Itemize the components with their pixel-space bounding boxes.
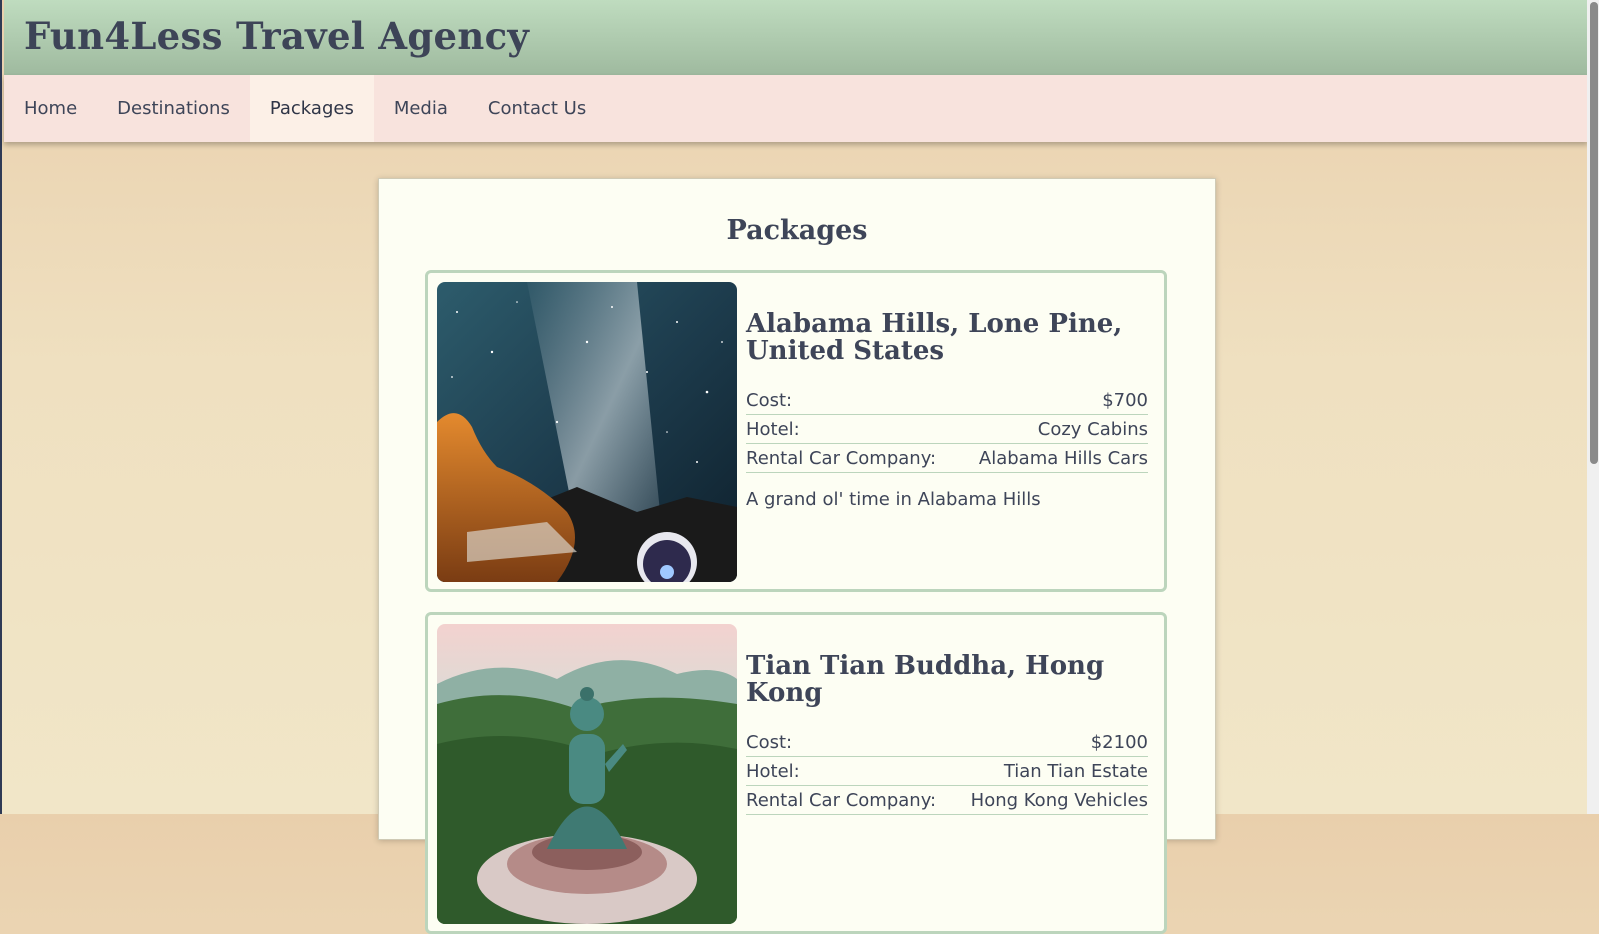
site-title[interactable]: Fun4Less Travel Agency: [24, 14, 529, 58]
nav-contact-us[interactable]: Contact Us: [468, 75, 606, 142]
nav-packages[interactable]: Packages: [249, 75, 374, 142]
hotel-row: Hotel: Tian Tian Estate: [746, 758, 1148, 786]
hotel-row: Hotel: Cozy Cabins: [746, 416, 1148, 444]
rental-car-label: Rental Car Company:: [746, 790, 937, 811]
buddha-statue-photo: [437, 624, 737, 924]
cost-value: $2100: [1090, 732, 1148, 753]
nav-destinations[interactable]: Destinations: [97, 75, 250, 142]
hotel-value: Tian Tian Estate: [1003, 761, 1148, 782]
package-card: Tian Tian Buddha, Hong Kong Cost: $2100 …: [425, 612, 1167, 934]
page-title: Packages: [726, 215, 868, 246]
hotel-label: Hotel:: [746, 419, 800, 440]
rental-car-row: Rental Car Company: Alabama Hills Cars: [746, 445, 1148, 473]
hotel-label: Hotel:: [746, 761, 800, 782]
package-name[interactable]: Tian Tian Buddha, Hong Kong: [746, 653, 1148, 707]
rental-car-value: Alabama Hills Cars: [978, 448, 1148, 469]
package-name[interactable]: Alabama Hills, Lone Pine, United States: [746, 311, 1148, 365]
package-photo-tian-tian-buddha[interactable]: [437, 624, 737, 924]
cost-label: Cost:: [746, 390, 793, 411]
nav-media[interactable]: Media: [374, 75, 468, 142]
night-sky-photo: [437, 282, 737, 582]
package-photo-alabama-hills[interactable]: [437, 282, 737, 582]
rental-car-label: Rental Car Company:: [746, 448, 937, 469]
rental-car-row: Rental Car Company: Hong Kong Vehicles: [746, 787, 1148, 815]
package-description: A grand ol' time in Alabama Hills: [746, 489, 1041, 510]
scrollbar-thumb[interactable]: [1590, 2, 1598, 464]
cost-value: $700: [1102, 390, 1148, 411]
nav-home[interactable]: Home: [4, 75, 97, 142]
page-scrollbar[interactable]: [1587, 0, 1599, 814]
main-nav: Home Destinations Packages Media Contact…: [4, 75, 1588, 142]
package-info: Tian Tian Buddha, Hong Kong Cost: $2100 …: [746, 653, 1148, 816]
cost-row: Cost: $2100: [746, 729, 1148, 757]
package-info: Alabama Hills, Lone Pine, United States …: [746, 311, 1148, 510]
site-header: Fun4Less Travel Agency: [4, 0, 1588, 75]
rental-car-value: Hong Kong Vehicles: [970, 790, 1148, 811]
cost-label: Cost:: [746, 732, 793, 753]
package-card: Alabama Hills, Lone Pine, United States …: [425, 270, 1167, 592]
cost-row: Cost: $700: [746, 387, 1148, 415]
hotel-value: Cozy Cabins: [1037, 419, 1148, 440]
packages-card: Packages Alabama Hills, Lone Pine, Unite…: [378, 178, 1216, 934]
